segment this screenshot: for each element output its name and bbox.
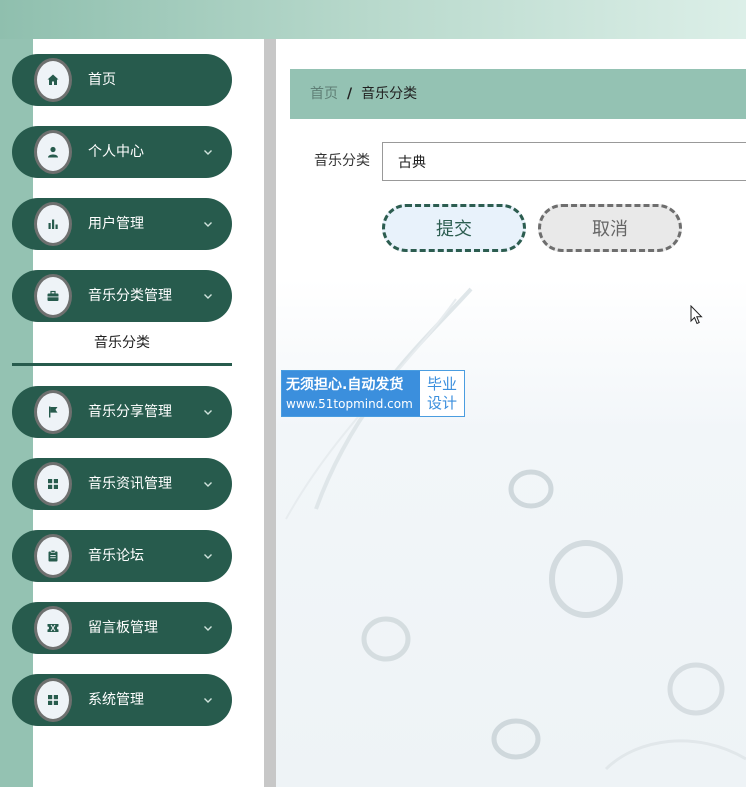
flag-icon	[34, 390, 72, 434]
user-icon	[34, 130, 72, 174]
ticket-icon	[34, 606, 72, 650]
sidebar-item-user-management[interactable]: 用户管理	[12, 198, 232, 250]
sidebar-item-label: 音乐分享管理	[88, 404, 172, 420]
chevron-down-icon	[204, 222, 212, 227]
watermark-left: 无须担心.自动发货 www.51topmind.com	[282, 371, 420, 416]
chevron-down-icon	[204, 410, 212, 415]
breadcrumb: 首页 / 音乐分类	[290, 69, 746, 119]
chevron-down-icon	[204, 554, 212, 559]
sidebar-item-music-news-management[interactable]: 音乐资讯管理	[12, 458, 232, 510]
home-icon	[34, 58, 72, 102]
sidebar-item-profile[interactable]: 个人中心	[12, 126, 232, 178]
breadcrumb-current: 音乐分类	[361, 86, 418, 102]
music-category-input[interactable]	[382, 142, 746, 181]
watermark-url: www.51topmind.com	[286, 396, 413, 411]
watermark-text-right1: 毕业	[426, 374, 457, 393]
sidebar-item-label: 音乐论坛	[88, 548, 144, 564]
chevron-down-icon	[204, 626, 212, 631]
music-category-label: 音乐分类	[314, 153, 370, 169]
cancel-button[interactable]: 取消	[538, 204, 682, 252]
chevron-down-icon	[204, 150, 212, 155]
sidebar-item-label: 系统管理	[88, 692, 144, 708]
chevron-down-icon	[204, 482, 212, 487]
top-header-bar	[0, 0, 746, 39]
submit-button[interactable]: 提交	[382, 204, 526, 252]
sidebar-item-label: 音乐资讯管理	[88, 476, 172, 492]
bar-chart-icon	[34, 202, 72, 246]
chevron-down-icon	[204, 698, 212, 703]
sidebar-item-home[interactable]: 首页	[12, 54, 232, 106]
sidebar-item-message-board-management[interactable]: 留言板管理	[12, 602, 232, 654]
grid-icon	[34, 462, 72, 506]
sidebar-item-system-management[interactable]: 系统管理	[12, 674, 232, 726]
sidebar-item-label: 音乐分类管理	[88, 288, 172, 304]
watermark-right: 毕业 设计	[420, 371, 464, 416]
sidebar-item-label: 个人中心	[88, 144, 144, 160]
breadcrumb-separator: /	[347, 86, 353, 102]
sidebar-item-label: 首页	[88, 72, 116, 88]
grid-icon	[34, 678, 72, 722]
watermark-text-line1: 无须担心.自动发货	[286, 376, 404, 393]
watermark-text-right2: 设计	[426, 393, 457, 412]
breadcrumb-home-link[interactable]: 首页	[310, 86, 338, 102]
sidebar-item-music-forum[interactable]: 音乐论坛	[12, 530, 232, 582]
mouse-cursor-icon	[690, 305, 703, 325]
sidebar-divider	[264, 39, 276, 787]
sidebar-item-label: 留言板管理	[88, 620, 158, 636]
watermark-banner: 无须担心.自动发货 www.51topmind.com 毕业 设计	[281, 370, 465, 417]
sidebar-item-music-category-management[interactable]: 音乐分类管理	[12, 270, 232, 322]
chevron-down-icon	[204, 294, 212, 299]
briefcase-icon	[34, 274, 72, 318]
sidebar-item-music-share-management[interactable]: 音乐分享管理	[12, 386, 232, 438]
sidebar-item-label: 用户管理	[88, 216, 144, 232]
clipboard-icon	[34, 534, 72, 578]
sidebar-subitem-music-category[interactable]: 音乐分类	[12, 322, 232, 366]
